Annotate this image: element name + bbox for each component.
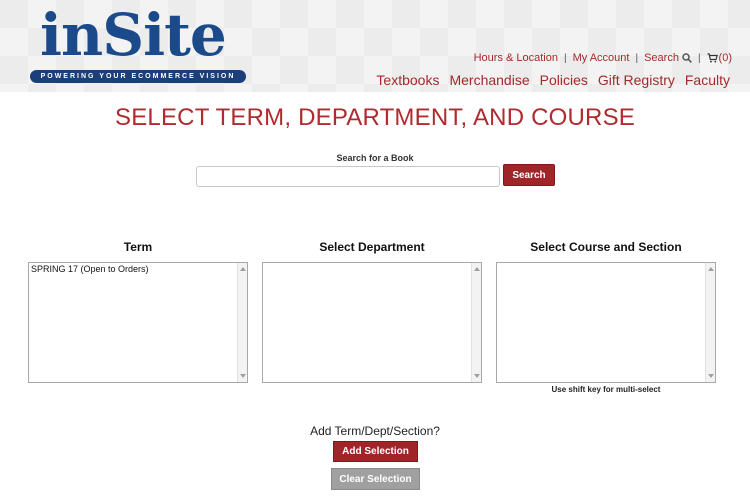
department-scrollbar[interactable] bbox=[471, 263, 481, 382]
scroll-down-icon[interactable] bbox=[708, 374, 714, 378]
logo-tagline: POWERING YOUR ECOMMERCE VISION bbox=[30, 70, 246, 83]
cart-link[interactable]: (0) bbox=[707, 52, 732, 64]
nav-separator: | bbox=[697, 52, 701, 64]
clear-selection-button[interactable]: Clear Selection bbox=[331, 468, 420, 490]
page-title: SELECT TERM, DEPARTMENT, AND COURSE bbox=[115, 104, 635, 131]
search-link[interactable]: Search bbox=[644, 52, 692, 64]
search-button[interactable]: Search bbox=[503, 164, 555, 186]
scroll-up-icon[interactable] bbox=[708, 267, 714, 271]
main-nav: Textbooks Merchandise Policies Gift Regi… bbox=[376, 71, 730, 89]
scroll-down-icon[interactable] bbox=[240, 374, 246, 378]
course-scrollbar[interactable] bbox=[705, 263, 715, 382]
nav-merchandise[interactable]: Merchandise bbox=[449, 72, 529, 88]
nav-gift-registry[interactable]: Gift Registry bbox=[598, 72, 675, 88]
term-option[interactable]: SPRING 17 (Open to Orders) bbox=[29, 263, 247, 275]
nav-textbooks[interactable]: Textbooks bbox=[376, 72, 439, 88]
add-selection-button[interactable]: Add Selection bbox=[333, 441, 418, 462]
book-search-input[interactable] bbox=[196, 166, 500, 187]
department-listbox[interactable] bbox=[262, 262, 482, 383]
site-logo[interactable]: inSite POWERING YOUR ECOMMERCE VISION bbox=[30, 1, 248, 86]
scroll-up-icon[interactable] bbox=[474, 267, 480, 271]
nav-faculty[interactable]: Faculty bbox=[685, 72, 730, 88]
search-link-label: Search bbox=[644, 52, 679, 64]
nav-separator: | bbox=[635, 52, 639, 64]
site-header: inSite POWERING YOUR ECOMMERCE VISION Ho… bbox=[0, 0, 750, 92]
logo-wordmark: inSite bbox=[40, 1, 227, 69]
department-heading: Select Department bbox=[319, 240, 425, 254]
my-account-link[interactable]: My Account bbox=[573, 52, 630, 64]
course-listbox[interactable] bbox=[496, 262, 716, 383]
term-heading: Term bbox=[123, 240, 153, 254]
nav-separator: | bbox=[564, 52, 567, 64]
term-listbox[interactable]: SPRING 17 (Open to Orders) bbox=[28, 262, 248, 383]
nav-policies[interactable]: Policies bbox=[540, 72, 588, 88]
add-selection-prompt: Add Term/Dept/Section? bbox=[310, 424, 440, 438]
term-scrollbar[interactable] bbox=[237, 263, 247, 382]
utility-nav: Hours & Location | My Account | Search |… bbox=[474, 51, 732, 65]
hours-location-link[interactable]: Hours & Location bbox=[474, 52, 558, 64]
scroll-up-icon[interactable] bbox=[240, 267, 246, 271]
search-label: Search for a Book bbox=[336, 153, 414, 163]
scroll-down-icon[interactable] bbox=[474, 374, 480, 378]
course-heading: Select Course and Section bbox=[530, 240, 682, 254]
cart-count: (0) bbox=[718, 52, 732, 64]
search-icon bbox=[682, 53, 692, 63]
multi-select-hint: Use shift key for multi-select bbox=[551, 385, 661, 394]
cart-icon bbox=[707, 53, 718, 63]
